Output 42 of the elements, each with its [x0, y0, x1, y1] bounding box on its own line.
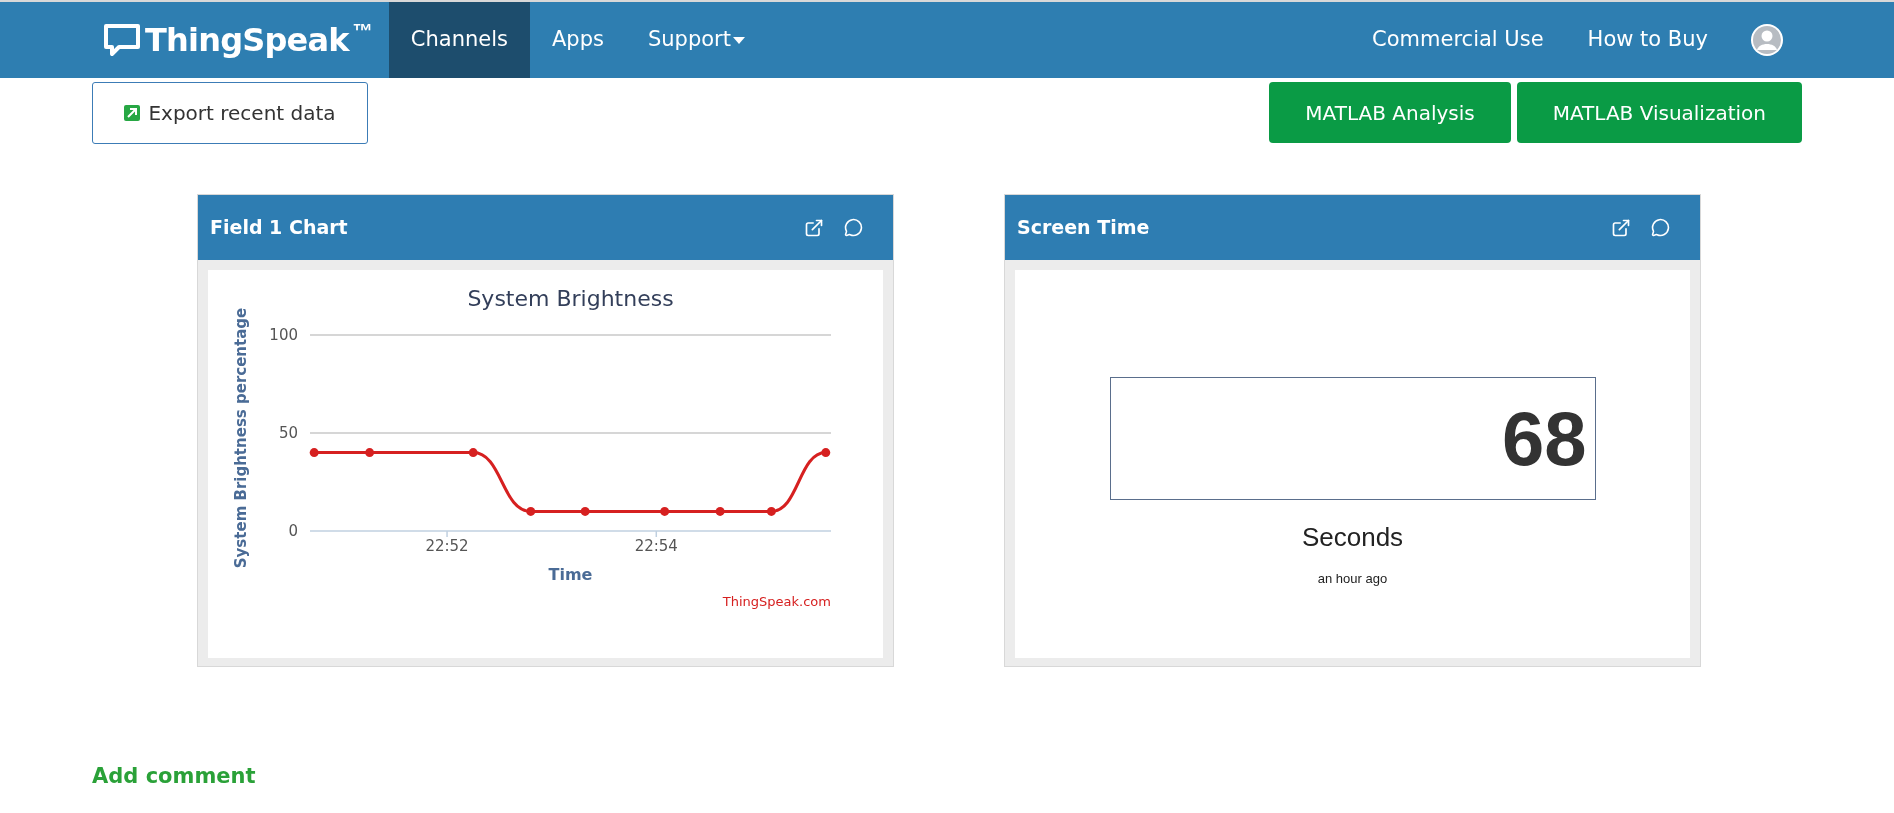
logo-text[interactable]: ThingSpeak	[145, 16, 349, 64]
x-tick-label: 22:54	[634, 537, 678, 555]
open-external-icon[interactable]	[1611, 217, 1631, 238]
data-point	[715, 506, 725, 516]
export-icon	[124, 105, 141, 121]
speech-bubble-icon	[103, 23, 141, 57]
comment-icon[interactable]	[844, 218, 863, 237]
user-avatar-icon[interactable]	[1750, 23, 1784, 57]
y-axis-title: System Brightness percentage	[232, 307, 250, 569]
matlab-button[interactable]: MATLAB Visualization	[1516, 82, 1802, 143]
y-tick-label: 0	[288, 522, 298, 540]
add-comment-link[interactable]: Add comment	[92, 764, 256, 788]
open-external-icon[interactable]	[804, 217, 824, 238]
y-tick-label: 50	[278, 424, 298, 442]
data-point	[309, 448, 319, 458]
widget-title: Field 1 Chart	[210, 215, 348, 241]
data-point	[365, 448, 375, 458]
data-point	[468, 448, 478, 458]
nav-tab[interactable]: Channels	[388, 2, 530, 78]
chart-title: System Brightness	[467, 286, 674, 311]
data-point	[766, 506, 776, 516]
nav-link[interactable]: How to Buy	[1565, 2, 1730, 78]
data-point	[660, 506, 670, 516]
data-point	[821, 448, 831, 458]
nav-dropdown[interactable]: Support	[625, 2, 767, 78]
widget-title: Screen Time	[1017, 215, 1150, 241]
export-button[interactable]: Export recent data	[92, 82, 368, 144]
comment-icon[interactable]	[1651, 218, 1670, 237]
nav-tab[interactable]: Apps	[529, 2, 626, 78]
caret-icon	[732, 36, 745, 44]
matlab-button[interactable]: MATLAB Analysis	[1269, 82, 1511, 143]
credit-link[interactable]: ThingSpeak.com	[722, 594, 831, 609]
x-axis-title: Time	[548, 565, 593, 584]
value-display: 68	[1109, 377, 1596, 500]
data-point	[580, 506, 590, 516]
y-tick-label: 100	[269, 326, 298, 344]
data-point	[526, 506, 536, 516]
nav-link[interactable]: Commercial Use	[1350, 2, 1566, 78]
updated-time: an hour ago	[1317, 570, 1388, 588]
x-tick-label: 22:52	[425, 537, 469, 555]
unit-label: Seconds	[1301, 521, 1404, 554]
trademark-sign: ™	[352, 19, 373, 44]
